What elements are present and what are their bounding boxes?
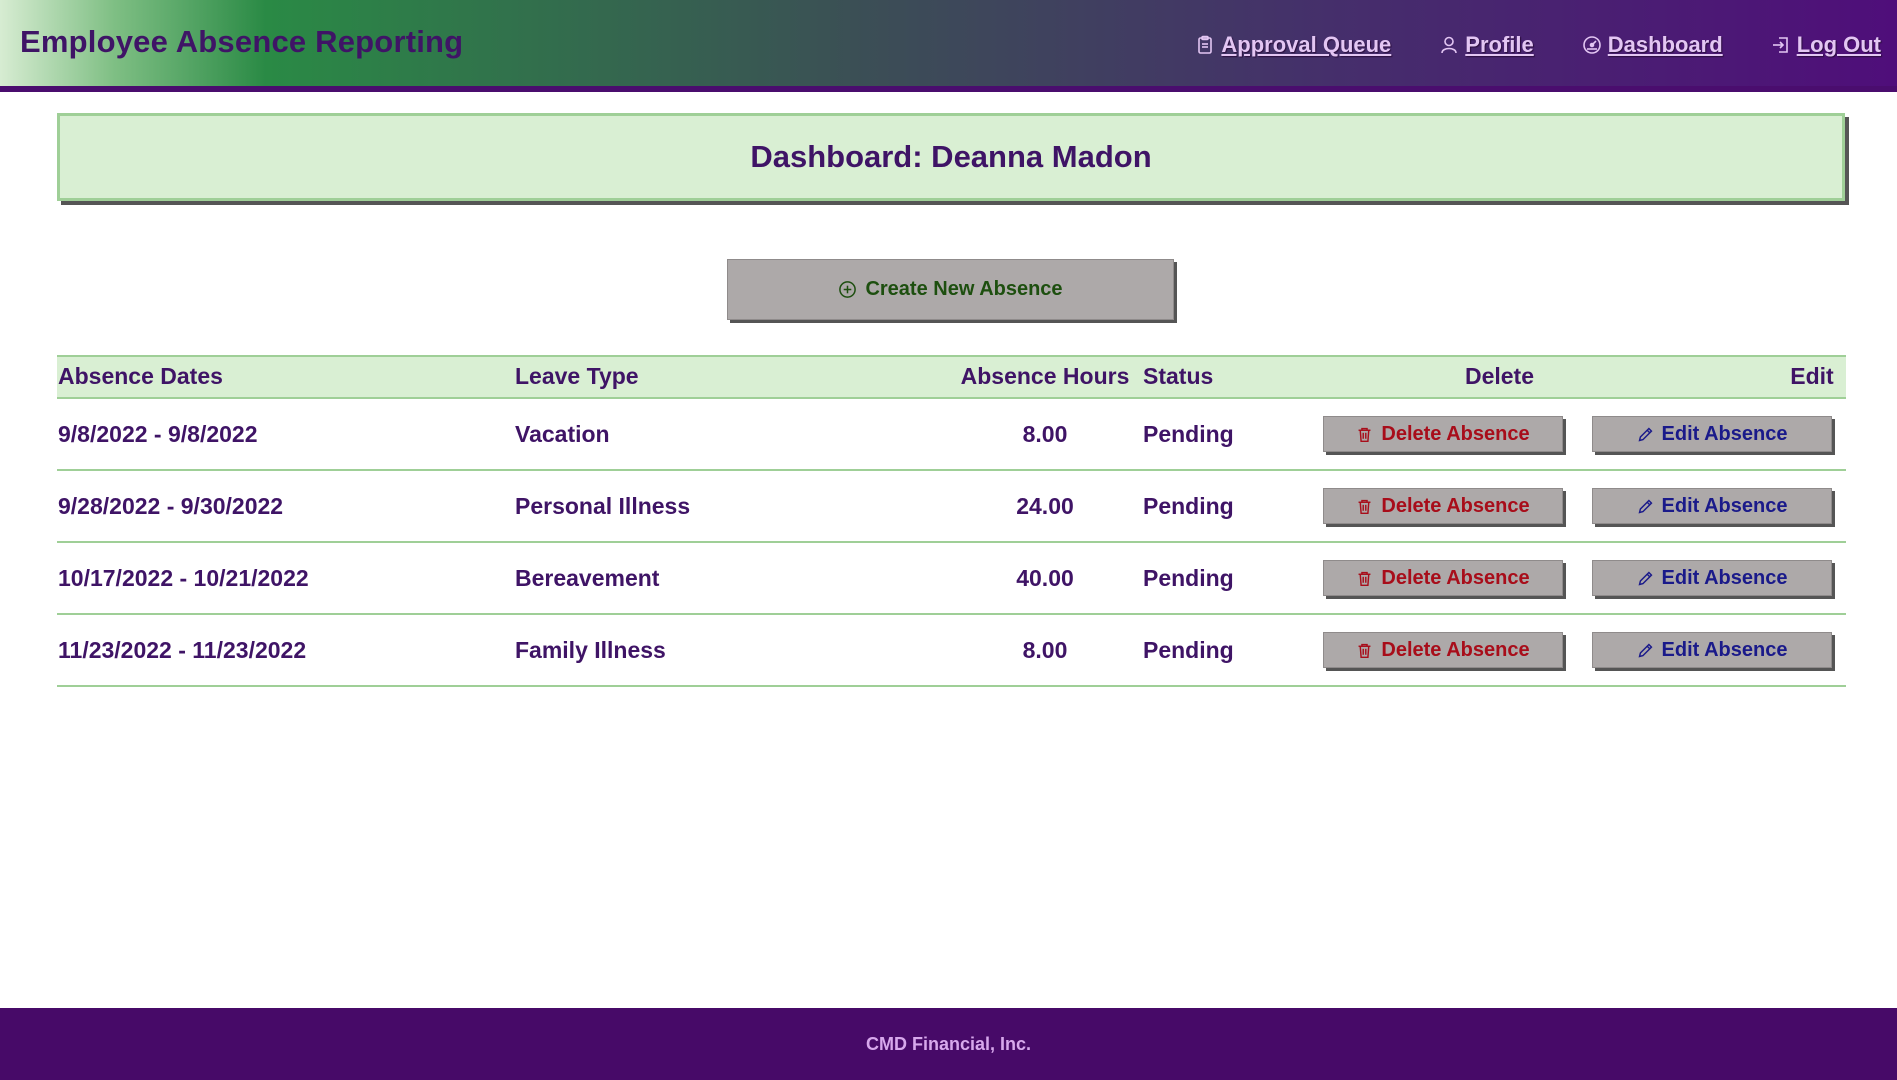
absence-dates-cell: 9/28/2022 - 9/30/2022 <box>58 493 284 519</box>
leave-type-cell: Bereavement <box>515 565 660 591</box>
table-header: Absence Dates Leave Type Absence Hours S… <box>57 355 1846 399</box>
status-cell: Pending <box>1143 493 1234 519</box>
delete-absence-label: Delete Absence <box>1381 566 1530 589</box>
table-row: 10/17/2022 - 10/21/2022 Bereavement 40.0… <box>57 543 1846 615</box>
leave-type-cell: Personal Illness <box>515 493 691 519</box>
user-icon <box>1441 36 1458 54</box>
absence-dates-cell: 9/8/2022 - 9/8/2022 <box>58 421 258 447</box>
edit-absence-label: Edit Absence <box>1661 422 1788 445</box>
top-navbar: Employee Absence Reporting Approval Queu… <box>0 0 1897 92</box>
trash-icon <box>1358 643 1371 658</box>
nav-logout[interactable]: Log Out <box>1771 32 1881 58</box>
nav-logout-label: Log Out <box>1796 32 1881 57</box>
table-row: 11/23/2022 - 11/23/2022 Family Illness 8… <box>57 615 1846 687</box>
leave-type-cell: Vacation <box>515 421 610 447</box>
delete-absence-button[interactable]: Delete Absence <box>1323 488 1563 524</box>
nav-approval-queue[interactable]: Approval Queue <box>1195 32 1391 58</box>
footer-company-name: CMD Financial, Inc. <box>865 1033 1032 1054</box>
leave-type-cell: Family Illness <box>515 637 666 663</box>
page-title: Dashboard: Deanna Madon <box>750 139 1152 174</box>
column-header-absence-dates: Absence Dates <box>58 363 223 389</box>
edit-absence-label: Edit Absence <box>1661 566 1788 589</box>
create-new-absence-label: Create New Absence <box>865 278 1063 300</box>
edit-absence-button[interactable]: Edit Absence <box>1592 416 1832 452</box>
table-row: 9/8/2022 - 9/8/2022 Vacation 8.00 Pendin… <box>57 399 1846 471</box>
trash-icon <box>1358 499 1371 514</box>
nav-approval-queue-label: Approval Queue <box>1221 32 1392 57</box>
dashboard-icon <box>1582 36 1601 54</box>
absence-dates-cell: 10/17/2022 - 10/21/2022 <box>58 565 309 591</box>
delete-absence-button[interactable]: Delete Absence <box>1323 560 1563 596</box>
plus-circle-icon <box>839 281 857 298</box>
pencil-icon <box>1638 499 1652 513</box>
trash-icon <box>1358 571 1371 586</box>
trash-icon <box>1358 427 1371 442</box>
edit-absence-label: Edit Absence <box>1661 494 1788 517</box>
clipboard-icon <box>1198 35 1213 54</box>
nav-menu: Approval Queue Profile Dashboard Log Out <box>1147 32 1881 58</box>
page-footer: CMD Financial, Inc. <box>0 1008 1897 1080</box>
column-header-edit: Edit <box>1790 363 1834 389</box>
column-header-leave-type: Leave Type <box>515 363 639 389</box>
edit-absence-label: Edit Absence <box>1661 638 1788 661</box>
column-header-status: Status <box>1143 363 1214 389</box>
column-header-delete: Delete <box>1464 363 1535 389</box>
status-cell: Pending <box>1143 421 1234 447</box>
nav-dashboard-label: Dashboard <box>1607 32 1723 57</box>
delete-absence-label: Delete Absence <box>1381 638 1530 661</box>
app-title: Employee Absence Reporting <box>20 24 464 59</box>
pencil-icon <box>1638 427 1652 441</box>
delete-absence-label: Delete Absence <box>1381 494 1530 517</box>
status-cell: Pending <box>1143 565 1234 591</box>
delete-absence-button[interactable]: Delete Absence <box>1323 416 1563 452</box>
nav-profile-label: Profile <box>1465 32 1534 57</box>
pencil-icon <box>1638 571 1652 585</box>
absence-table: Absence Dates Leave Type Absence Hours S… <box>57 355 1846 687</box>
logout-icon <box>1772 37 1788 53</box>
edit-absence-button[interactable]: Edit Absence <box>1592 560 1832 596</box>
delete-absence-button[interactable]: Delete Absence <box>1323 632 1563 668</box>
create-new-absence-button[interactable]: Create New Absence <box>727 259 1174 320</box>
table-row: 9/28/2022 - 9/30/2022 Personal Illness 2… <box>57 471 1846 543</box>
status-cell: Pending <box>1143 637 1234 663</box>
pencil-icon <box>1638 643 1652 657</box>
nav-dashboard[interactable]: Dashboard <box>1582 32 1723 58</box>
absence-dates-cell: 11/23/2022 - 11/23/2022 <box>58 637 307 663</box>
delete-absence-label: Delete Absence <box>1381 422 1530 445</box>
edit-absence-button[interactable]: Edit Absence <box>1592 632 1832 668</box>
page-title-panel: Dashboard: Deanna Madon <box>57 113 1845 201</box>
nav-profile[interactable]: Profile <box>1439 32 1534 58</box>
edit-absence-button[interactable]: Edit Absence <box>1592 488 1832 524</box>
